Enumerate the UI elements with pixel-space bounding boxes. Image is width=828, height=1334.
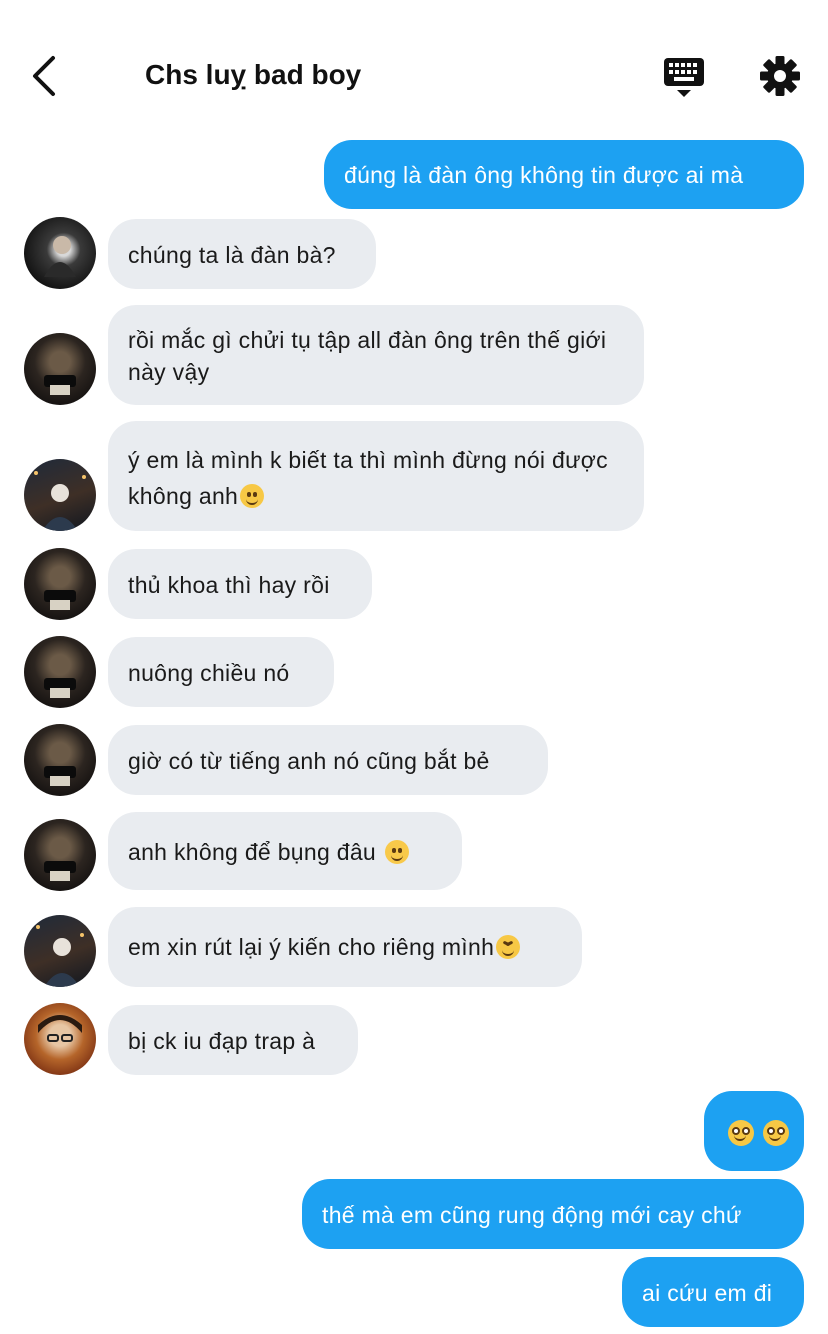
person-photo-icon — [34, 471, 86, 531]
avatar[interactable] — [24, 724, 96, 796]
message-row[interactable]: em xin rút lại ý kiến cho riêng mình — [108, 907, 582, 987]
person-photo-icon — [44, 236, 76, 277]
back-button[interactable] — [22, 52, 70, 100]
incoming-bubble: thủ khoa thì hay rồi — [108, 549, 372, 619]
person-photo-icon — [38, 1015, 82, 1042]
incoming-bubble: ý em là mình k biết ta thì mình đừng nói… — [108, 421, 644, 531]
incoming-bubble: anh không để bụng đâu — [108, 812, 462, 890]
incoming-bubble: chúng ta là đàn bà? — [108, 219, 376, 289]
outgoing-bubble — [704, 1091, 804, 1171]
avatar[interactable] — [24, 548, 96, 620]
incoming-bubble: nuông chiều nó — [108, 637, 334, 707]
message-row[interactable]: bị ck iu đạp trap à — [108, 1005, 358, 1075]
settings-button[interactable] — [756, 52, 804, 100]
avatar[interactable] — [24, 333, 96, 405]
chevron-left-icon — [33, 56, 55, 96]
chat-header: Chs luỵ bad boy — [0, 0, 828, 140]
pleading-face-icon — [762, 1120, 789, 1146]
outgoing-bubble: đúng là đàn ông không tin được ai mà — [324, 140, 804, 209]
avatar[interactable] — [24, 459, 96, 531]
message-row[interactable]: thế mà em cũng rung động mới cay chứ — [302, 1179, 804, 1249]
pleading-face-icon — [728, 1120, 754, 1146]
incoming-bubble: rồi mắc gì chửi tụ tập all đàn ông trên … — [108, 305, 644, 405]
person-photo-icon — [44, 766, 76, 786]
avatar[interactable] — [24, 1003, 96, 1075]
message-row[interactable]: ý em là mình k biết ta thì mình đừng nói… — [108, 421, 644, 531]
message-row[interactable]: đúng là đàn ông không tin được ai mà — [324, 140, 804, 209]
outgoing-bubble: thế mà em cũng rung động mới cay chứ — [302, 1179, 804, 1249]
chat-title: Chs luỵ bad boy — [145, 59, 362, 90]
keyboard-icon — [664, 58, 704, 97]
person-photo-icon — [44, 861, 76, 881]
outgoing-bubble: ai cứu em đi — [622, 1257, 804, 1327]
gear-icon — [760, 56, 800, 96]
incoming-bubble: bị ck iu đạp trap à — [108, 1005, 358, 1075]
message-row[interactable]: rồi mắc gì chửi tụ tập all đàn ông trên … — [108, 305, 644, 405]
incoming-bubble: em xin rút lại ý kiến cho riêng mình — [108, 907, 582, 987]
message-text: ý em là mình k biết ta thì mình đừng nói… — [128, 447, 608, 509]
message-row[interactable]: anh không để bụng đâu — [108, 812, 462, 890]
avatar[interactable] — [24, 636, 96, 708]
persevering-face-icon — [496, 935, 521, 959]
message-row[interactable]: ai cứu em đi — [622, 1257, 804, 1327]
keyboard-button[interactable] — [660, 54, 708, 102]
message-row[interactable] — [704, 1091, 804, 1171]
smiling-face-with-smiling-eyes-icon — [384, 840, 409, 864]
message-text: anh không để bụng đâu — [128, 839, 383, 865]
avatar[interactable] — [24, 915, 96, 987]
message-text: em xin rút lại ý kiến cho riêng mình — [128, 934, 495, 960]
person-photo-icon — [44, 590, 76, 610]
avatar[interactable] — [24, 217, 96, 289]
slightly-smiling-face-icon — [240, 484, 265, 508]
message-row[interactable]: thủ khoa thì hay rồi — [108, 549, 372, 619]
avatar[interactable] — [24, 819, 96, 891]
message-row[interactable]: nuông chiều nó — [108, 637, 334, 707]
person-photo-icon — [44, 678, 76, 698]
message-row[interactable]: chúng ta là đàn bà? — [108, 219, 376, 289]
person-photo-icon — [36, 925, 84, 987]
person-photo-icon — [44, 375, 76, 395]
incoming-bubble: giờ có từ tiếng anh nó cũng bắt bẻ — [108, 725, 548, 795]
message-row[interactable]: giờ có từ tiếng anh nó cũng bắt bẻ — [108, 725, 548, 795]
